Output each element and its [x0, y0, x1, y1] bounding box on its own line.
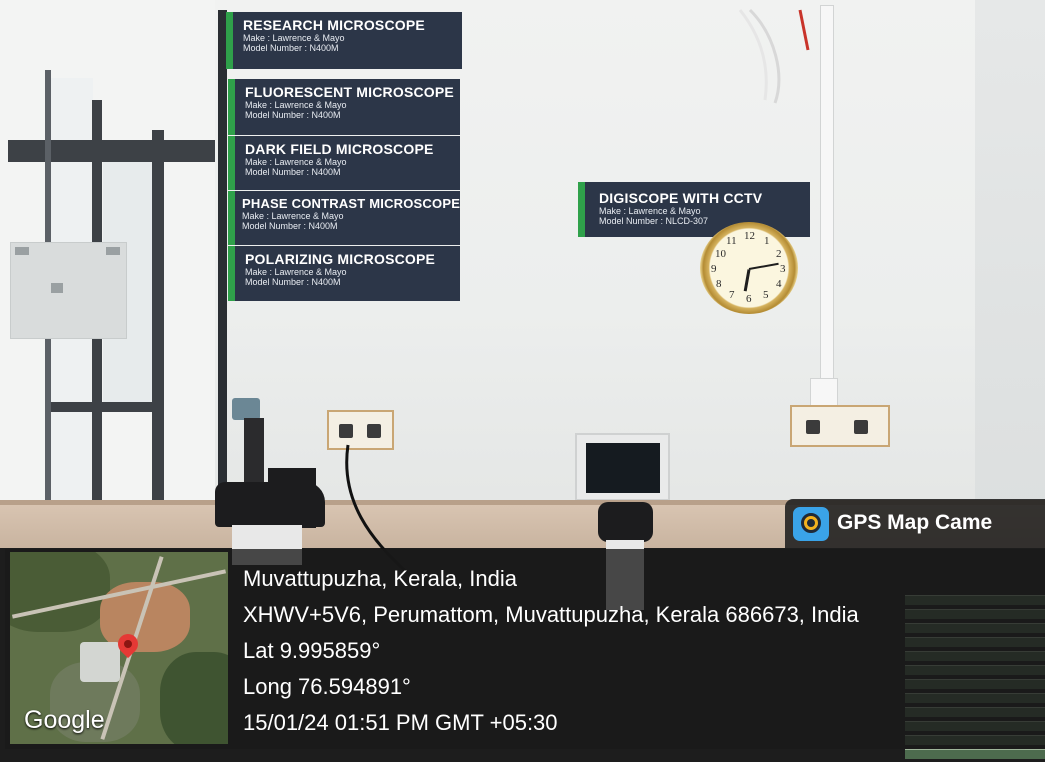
sign-make: Make : Lawrence & Mayo: [245, 157, 347, 167]
clock-number: 12: [744, 230, 755, 242]
sign-title: POLARIZING MICROSCOPE: [245, 251, 436, 267]
wires: [738, 8, 810, 104]
sign-phase-contrast-microscope: PHASE CONTRAST MICROSCOPE Make : Lawrenc…: [228, 191, 460, 245]
gps-map-camera-logo-icon: [793, 507, 829, 541]
sign-make: Make : Lawrence & Mayo: [242, 211, 344, 221]
sign-title: DIGISCOPE WITH CCTV: [599, 190, 763, 206]
gps-longitude: Long 76.594891°: [243, 674, 411, 699]
wall-edge-frame: [218, 10, 227, 515]
window-frame: [152, 130, 164, 510]
microscope-body: [268, 468, 316, 528]
sign-make: Make : Lawrence & Mayo: [245, 100, 347, 110]
gps-app-badge: GPS Map Came: [785, 499, 1045, 549]
sign-title: DARK FIELD MICROSCOPE: [245, 141, 434, 157]
sign-model: Model Number : N400M: [242, 221, 338, 231]
sign-make: Make : Lawrence & Mayo: [599, 206, 701, 216]
clock-number: 8: [716, 278, 722, 290]
clock-number: 1: [764, 235, 770, 247]
sign-model: Model Number : N400M: [245, 167, 341, 177]
sign-model: Model Number : NLCD-307: [599, 216, 709, 226]
gps-timestamp: 15/01/24 01:51 PM GMT +05:30: [243, 710, 558, 735]
window-frame: [48, 402, 163, 412]
sign-fluorescent-microscope: FLUORESCENT MICROSCOPE Make : Lawrence &…: [228, 79, 460, 135]
clock-number: 4: [776, 278, 782, 290]
gps-address: XHWV+5V6, Perumattom, Muvattupuzha, Kera…: [243, 602, 859, 627]
gps-latitude: Lat 9.995859°: [243, 638, 381, 663]
sign-polarizing-microscope: POLARIZING MICROSCOPE Make : Lawrence & …: [228, 246, 460, 301]
sign-title: PHASE CONTRAST MICROSCOPE: [242, 196, 461, 211]
window-frame: [8, 140, 220, 162]
clock-number: 9: [711, 263, 717, 275]
clock-number: 11: [726, 235, 737, 247]
sign-title: RESEARCH MICROSCOPE: [243, 17, 425, 33]
sign-model: Model Number : N400M: [245, 110, 341, 120]
clock-number: 10: [715, 248, 726, 260]
clock-number: 3: [780, 263, 786, 275]
sign-title: FLUORESCENT MICROSCOPE: [245, 84, 454, 100]
sign-research-microscope: RESEARCH MICROSCOPE Make : Lawrence & Ma…: [226, 12, 462, 69]
clock-number: 5: [763, 289, 769, 301]
clock-number: 7: [729, 289, 735, 301]
clock-number: 6: [746, 293, 752, 305]
gps-place: Muvattupuzha, Kerala, India: [243, 566, 517, 591]
gps-app-name: GPS Map Came: [837, 511, 993, 534]
side-wall: [975, 0, 1045, 520]
conduit-pipe: [820, 5, 834, 385]
sign-make: Make : Lawrence & Mayo: [245, 267, 347, 277]
map-brand-label: Google: [24, 706, 105, 734]
wall-clock: 12 1 2 3 4 5 6 7 8 9 10 11: [700, 222, 798, 314]
junction-box: [810, 378, 838, 406]
satellite-map-thumbnail: Google: [10, 552, 228, 744]
sign-model: Model Number : N400M: [245, 277, 341, 287]
camera-head: [232, 398, 260, 420]
microscope-right: [598, 502, 653, 542]
clock-minute-hand: [748, 262, 779, 270]
clock-number: 2: [776, 248, 782, 260]
lab-photo: RESEARCH MICROSCOPE Make : Lawrence & Ma…: [0, 0, 1045, 762]
wall-socket: [790, 405, 890, 447]
cctv-monitor: [575, 433, 670, 501]
clock-hour-hand: [743, 269, 751, 292]
sign-model: Model Number : N400M: [243, 43, 339, 53]
sign-make: Make : Lawrence & Mayo: [243, 33, 345, 43]
sign-dark-field-microscope: DARK FIELD MICROSCOPE Make : Lawrence & …: [228, 136, 460, 190]
microscope-tube: [244, 418, 264, 488]
window-notice-paper: [10, 242, 127, 339]
